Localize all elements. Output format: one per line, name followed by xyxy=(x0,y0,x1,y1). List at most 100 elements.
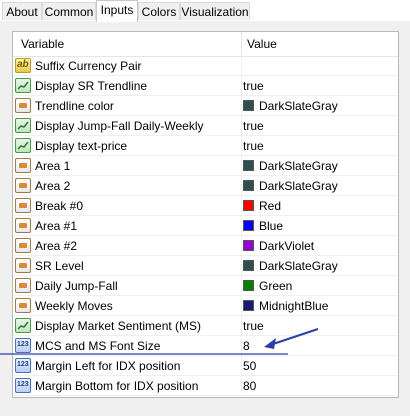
input-row[interactable]: Area #1 Blue xyxy=(13,216,398,236)
color-swatch[interactable] xyxy=(243,180,254,191)
input-row[interactable]: Display SR Trendline true xyxy=(13,76,398,96)
row-divider xyxy=(241,76,242,96)
row-variable-name: Display text-price xyxy=(35,139,128,153)
input-row[interactable]: SR Level DarkSlateGray xyxy=(13,256,398,276)
input-row[interactable]: Area 2 DarkSlateGray xyxy=(13,176,398,196)
color-icon xyxy=(15,258,31,273)
row-variable-name: Area #2 xyxy=(35,239,78,253)
color-swatch[interactable] xyxy=(243,260,254,271)
color-swatch[interactable] xyxy=(243,160,254,171)
row-value[interactable]: 8 xyxy=(243,339,250,353)
header-divider[interactable] xyxy=(241,32,242,56)
row-value[interactable]: true xyxy=(243,119,264,133)
row-divider xyxy=(241,356,242,376)
bool-icon xyxy=(15,318,31,333)
string-icon: ab xyxy=(15,58,31,73)
input-row[interactable]: ab Suffix Currency Pair xyxy=(13,56,398,76)
row-value[interactable]: DarkSlateGray xyxy=(259,99,338,113)
color-icon xyxy=(15,198,31,213)
row-value[interactable]: DarkViolet xyxy=(259,239,314,253)
row-value[interactable]: true xyxy=(243,139,264,153)
input-row[interactable]: Display Jump-Fall Daily-Weekly true xyxy=(13,116,398,136)
variable-column-header[interactable]: Variable xyxy=(21,37,64,51)
int-icon: 123 xyxy=(15,358,31,373)
row-divider xyxy=(241,176,242,196)
int-icon: 123 xyxy=(15,378,31,393)
input-row[interactable]: Daily Jump-Fall Green xyxy=(13,276,398,296)
input-row[interactable]: Trendline color DarkSlateGray xyxy=(13,96,398,116)
input-row[interactable]: Display Market Sentiment (MS) true xyxy=(13,316,398,336)
row-variable-name: Margin Bottom for IDX position xyxy=(35,379,199,393)
row-value[interactable]: true xyxy=(243,319,264,333)
row-variable-name: MCS and MS Font Size xyxy=(35,339,161,353)
row-value[interactable]: MidnightBlue xyxy=(259,299,328,313)
row-value[interactable]: DarkSlateGray xyxy=(259,159,338,173)
input-row[interactable]: Display text-price true xyxy=(13,136,398,156)
input-row[interactable]: Break #0 Red xyxy=(13,196,398,216)
row-divider xyxy=(241,236,242,256)
row-value[interactable]: Blue xyxy=(259,219,283,233)
row-variable-name: Suffix Currency Pair xyxy=(35,59,142,73)
row-divider xyxy=(241,196,242,216)
row-variable-name: Display Jump-Fall Daily-Weekly xyxy=(35,119,204,133)
tab-colors[interactable]: Colors xyxy=(138,2,180,20)
input-row[interactable]: Area #2 DarkViolet xyxy=(13,236,398,256)
tab-visualization[interactable]: Visualization xyxy=(180,2,250,20)
int-icon: 123 xyxy=(15,338,31,353)
tab-common[interactable]: Common xyxy=(42,2,96,20)
row-variable-name: Area #1 xyxy=(35,219,78,233)
color-swatch[interactable] xyxy=(243,240,254,251)
color-icon xyxy=(15,178,31,193)
row-variable-name: Display SR Trendline xyxy=(35,79,148,93)
row-variable-name: Margin Left for IDX position xyxy=(35,359,181,373)
color-swatch[interactable] xyxy=(243,100,254,111)
color-icon xyxy=(15,238,31,253)
input-row[interactable]: 123 MCS and MS Font Size 8 xyxy=(13,336,398,356)
row-value[interactable]: DarkSlateGray xyxy=(259,179,338,193)
row-variable-name: Area 1 xyxy=(35,159,71,173)
row-divider xyxy=(241,56,242,76)
row-divider xyxy=(241,376,242,396)
row-variable-name: Break #0 xyxy=(35,199,84,213)
bool-icon xyxy=(15,118,31,133)
row-value[interactable]: Green xyxy=(259,279,292,293)
grid-header: Variable Value xyxy=(13,32,398,57)
color-icon xyxy=(15,298,31,313)
input-row[interactable]: Area 1 DarkSlateGray xyxy=(13,156,398,176)
color-swatch[interactable] xyxy=(243,280,254,291)
tab-inputs[interactable]: Inputs xyxy=(96,0,138,22)
row-divider xyxy=(241,276,242,296)
row-value[interactable]: DarkSlateGray xyxy=(259,259,338,273)
color-icon xyxy=(15,98,31,113)
row-divider xyxy=(241,316,242,336)
row-divider xyxy=(241,116,242,136)
row-value[interactable]: 50 xyxy=(243,359,256,373)
input-row[interactable]: 123 Margin Bottom for IDX position 80 xyxy=(13,376,398,396)
row-variable-name: Daily Jump-Fall xyxy=(35,279,118,293)
row-variable-name: Area 2 xyxy=(35,179,71,193)
tab-about[interactable]: About xyxy=(2,2,42,20)
color-swatch[interactable] xyxy=(243,300,254,311)
row-variable-name: SR Level xyxy=(35,259,84,273)
inputs-grid: Variable Value ab Suffix Currency Pair Dis… xyxy=(12,31,399,398)
row-divider xyxy=(241,156,242,176)
row-value[interactable]: Red xyxy=(259,199,281,213)
row-divider xyxy=(241,216,242,236)
row-divider xyxy=(241,136,242,156)
row-value[interactable]: 80 xyxy=(243,379,256,393)
row-variable-name: Display Market Sentiment (MS) xyxy=(35,319,202,333)
bool-icon xyxy=(15,138,31,153)
color-icon xyxy=(15,158,31,173)
row-divider xyxy=(241,96,242,116)
row-value[interactable]: true xyxy=(243,79,264,93)
row-divider xyxy=(241,336,242,356)
value-column-header[interactable]: Value xyxy=(247,37,277,51)
input-row[interactable]: Weekly Moves MidnightBlue xyxy=(13,296,398,316)
input-row[interactable]: 123 Margin Left for IDX position 50 xyxy=(13,356,398,376)
row-divider xyxy=(241,256,242,276)
row-variable-name: Trendline color xyxy=(35,99,114,113)
color-swatch[interactable] xyxy=(243,220,254,231)
color-icon xyxy=(15,218,31,233)
row-divider xyxy=(241,296,242,316)
color-swatch[interactable] xyxy=(243,200,254,211)
